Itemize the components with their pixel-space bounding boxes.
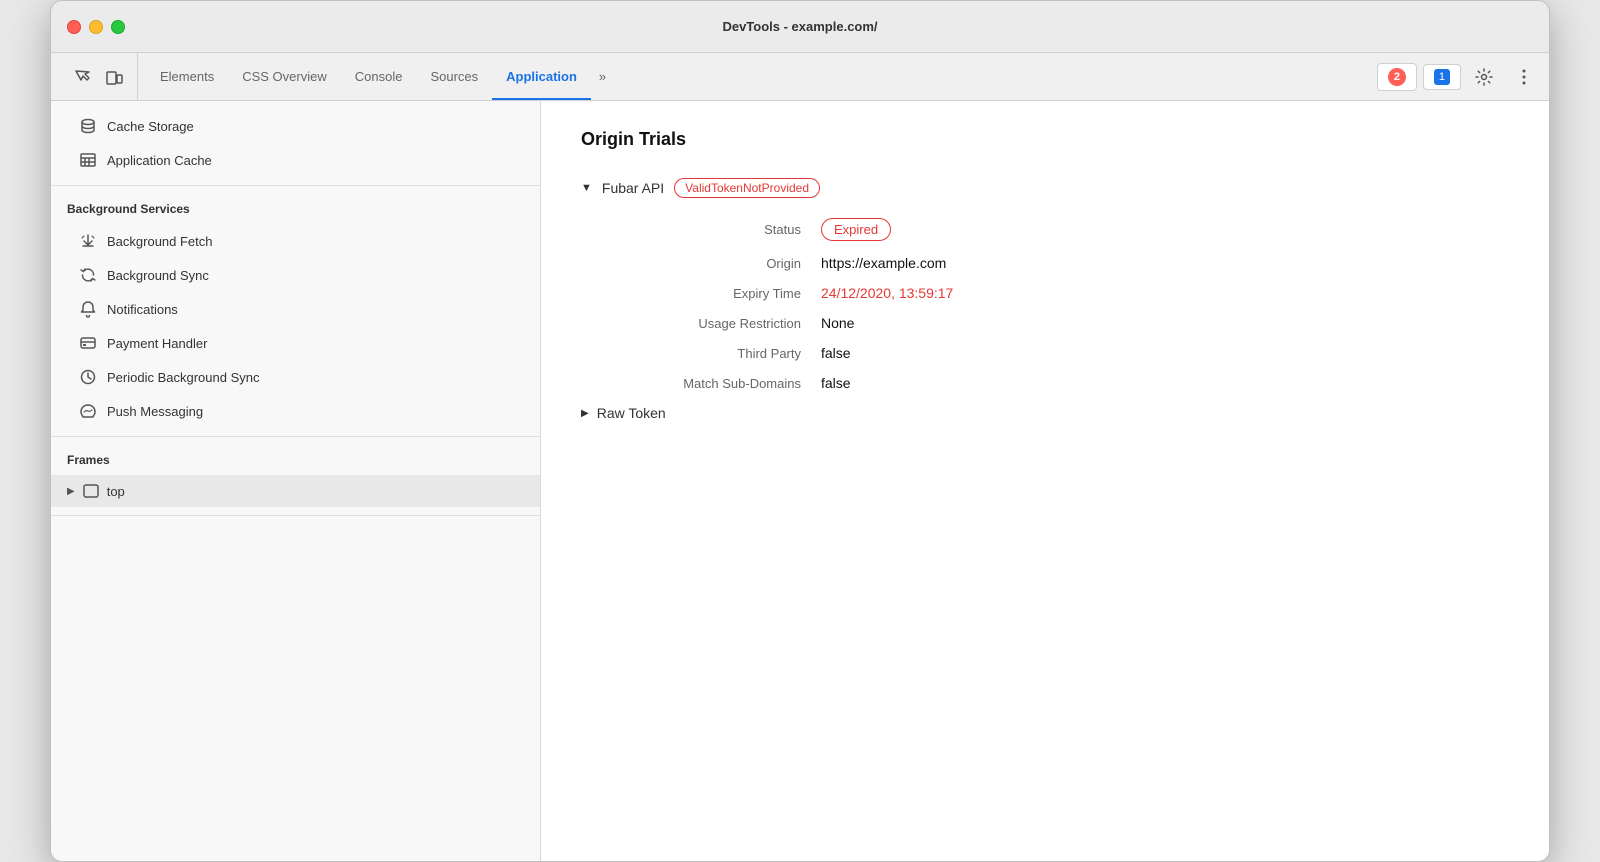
more-options-icon[interactable]	[1507, 60, 1541, 94]
content-pane: Origin Trials ▼ Fubar API ValidTokenNotP…	[541, 101, 1549, 861]
application-cache-icon	[79, 151, 97, 169]
data-row-third-party: Third Party false	[621, 345, 1509, 361]
close-button[interactable]	[67, 20, 81, 34]
info-count: 1	[1434, 69, 1450, 85]
value-expiry: 24/12/2020, 13:59:17	[821, 285, 953, 301]
tab-console[interactable]: Console	[341, 53, 417, 100]
cache-storage-icon	[79, 117, 97, 135]
background-sync-icon	[79, 266, 97, 284]
sidebar-item-push-messaging[interactable]: Push Messaging	[51, 394, 540, 428]
window-controls	[67, 20, 125, 34]
frame-arrow-icon: ▶	[67, 486, 75, 497]
data-table: Status Expired Origin https://example.co…	[621, 218, 1509, 391]
more-tabs-button[interactable]: »	[591, 53, 614, 100]
sidebar-item-cache-storage[interactable]: Cache Storage	[51, 109, 540, 143]
minimize-button[interactable]	[89, 20, 103, 34]
sidebar-item-notifications[interactable]: Notifications	[51, 292, 540, 326]
value-origin: https://example.com	[821, 255, 946, 271]
error-count: 2	[1388, 68, 1406, 86]
api-chevron-icon[interactable]: ▼	[581, 182, 592, 194]
background-services-section: Background Services Background Fetch	[51, 186, 540, 437]
data-row-origin: Origin https://example.com	[621, 255, 1509, 271]
background-services-header: Background Services	[51, 194, 540, 224]
data-row-match-sub-domains: Match Sub-Domains false	[621, 375, 1509, 391]
tab-elements[interactable]: Elements	[146, 53, 228, 100]
raw-token-label: Raw Token	[597, 405, 666, 421]
sidebar-item-payment-handler[interactable]: Payment Handler	[51, 326, 540, 360]
raw-token-row: ▶ Raw Token	[581, 405, 1509, 421]
payment-handler-icon	[79, 334, 97, 352]
inspect-icon[interactable]	[67, 62, 97, 92]
raw-token-arrow-icon[interactable]: ▶	[581, 408, 589, 419]
frames-header: Frames	[51, 445, 540, 475]
sidebar-item-background-fetch[interactable]: Background Fetch	[51, 224, 540, 258]
tab-css-overview[interactable]: CSS Overview	[228, 53, 341, 100]
toolbar: Elements CSS Overview Console Sources Ap…	[51, 53, 1549, 101]
data-row-usage-restriction: Usage Restriction None	[621, 315, 1509, 331]
sidebar-item-background-sync[interactable]: Background Sync	[51, 258, 540, 292]
label-origin: Origin	[621, 256, 821, 271]
data-row-status: Status Expired	[621, 218, 1509, 241]
main-content: Cache Storage Application Cache	[51, 101, 1549, 861]
data-row-expiry: Expiry Time 24/12/2020, 13:59:17	[621, 285, 1509, 301]
error-badge-button[interactable]: 2	[1377, 63, 1417, 91]
value-third-party: false	[821, 345, 851, 361]
api-status-tag: ValidTokenNotProvided	[674, 178, 820, 198]
settings-icon[interactable]	[1467, 60, 1501, 94]
window-title: DevTools - example.com/	[722, 19, 877, 34]
push-messaging-icon	[79, 402, 97, 420]
tab-sources[interactable]: Sources	[416, 53, 492, 100]
info-badge-button[interactable]: 1	[1423, 64, 1461, 90]
page-title: Origin Trials	[581, 129, 1509, 150]
sidebar-item-top-frame[interactable]: ▶ top	[51, 475, 540, 507]
periodic-background-sync-icon	[79, 368, 97, 386]
api-section: ▼ Fubar API ValidTokenNotProvided Status…	[581, 178, 1509, 421]
frame-icon	[83, 483, 99, 499]
background-fetch-icon	[79, 232, 97, 250]
label-status: Status	[621, 222, 821, 237]
value-match-sub-domains: false	[821, 375, 851, 391]
device-toolbar-icon[interactable]	[99, 62, 129, 92]
value-usage-restriction: None	[821, 315, 854, 331]
toolbar-icons	[59, 53, 138, 100]
value-status: Expired	[821, 218, 891, 241]
frames-section: Frames ▶ top	[51, 437, 540, 516]
sidebar-item-periodic-background-sync[interactable]: Periodic Background Sync	[51, 360, 540, 394]
label-third-party: Third Party	[621, 346, 821, 361]
notifications-icon	[79, 300, 97, 318]
api-name: Fubar API	[602, 180, 664, 196]
sidebar: Cache Storage Application Cache	[51, 101, 541, 861]
devtools-window: DevTools - example.com/ Elements CSS Ove…	[50, 0, 1550, 862]
tab-application[interactable]: Application	[492, 53, 591, 100]
label-expiry: Expiry Time	[621, 286, 821, 301]
toolbar-right: 2 1	[1377, 53, 1541, 100]
maximize-button[interactable]	[111, 20, 125, 34]
sidebar-item-application-cache[interactable]: Application Cache	[51, 143, 540, 177]
storage-section: Cache Storage Application Cache	[51, 101, 540, 186]
api-header: ▼ Fubar API ValidTokenNotProvided	[581, 178, 1509, 198]
label-usage-restriction: Usage Restriction	[621, 316, 821, 331]
label-match-sub-domains: Match Sub-Domains	[621, 376, 821, 391]
titlebar: DevTools - example.com/	[51, 1, 1549, 53]
